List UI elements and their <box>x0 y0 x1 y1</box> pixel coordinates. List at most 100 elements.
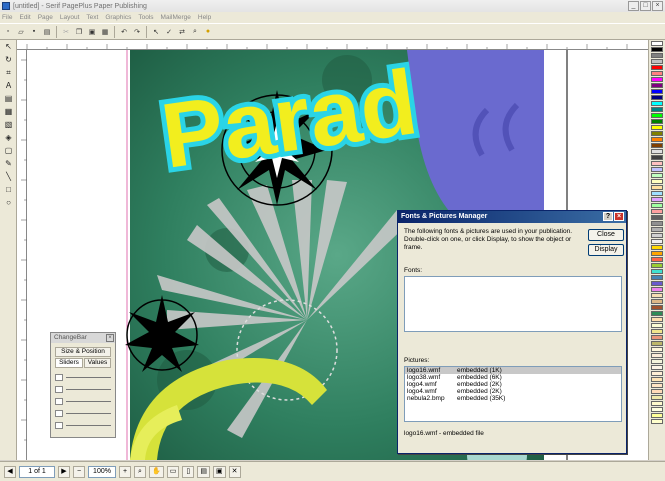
colour-swatch[interactable] <box>651 173 663 178</box>
find-icon[interactable]: ⌕ <box>189 26 201 38</box>
menu-file[interactable]: File <box>2 14 12 21</box>
zoom-field[interactable]: 100% <box>88 465 116 478</box>
menu-help[interactable]: Help <box>198 14 211 21</box>
colour-swatch[interactable] <box>651 209 663 214</box>
vertical-ruler[interactable] <box>17 50 27 460</box>
pencil-tool-icon[interactable]: ✎ <box>2 158 15 170</box>
picture-row[interactable]: logo4.wmf embedded (2K) <box>405 381 621 388</box>
colour-swatch[interactable] <box>651 347 663 352</box>
dialog-title-bar[interactable]: Fonts & Pictures Manager ? × <box>398 211 626 223</box>
line-tool-icon[interactable]: ╲ <box>2 171 15 183</box>
format-painter-icon[interactable]: ▦ <box>99 26 111 38</box>
close-window-button[interactable]: × <box>652 1 663 11</box>
colour-swatch[interactable] <box>651 197 663 202</box>
colour-swatch[interactable] <box>651 251 663 256</box>
colour-swatch[interactable] <box>651 83 663 88</box>
crop-tool-icon[interactable]: ⌗ <box>2 67 15 79</box>
colour-swatch[interactable] <box>651 179 663 184</box>
slider-y[interactable] <box>55 385 111 394</box>
zoom-out-icon[interactable]: − <box>73 465 85 478</box>
colour-swatch[interactable] <box>651 401 663 406</box>
zoom-tool-icon[interactable]: ⌕ <box>134 465 146 478</box>
colour-swatch[interactable] <box>651 293 663 298</box>
colour-swatch[interactable] <box>651 305 663 310</box>
undo-icon[interactable]: ↶ <box>118 26 130 38</box>
rotate-tool-icon[interactable]: ↻ <box>2 54 15 66</box>
colour-swatch[interactable] <box>651 359 663 364</box>
paste-icon[interactable]: ▣ <box>86 26 98 38</box>
colour-swatch[interactable] <box>651 299 663 304</box>
cut-icon[interactable]: ✂ <box>60 26 72 38</box>
colour-swatch[interactable] <box>651 47 663 52</box>
colour-swatch[interactable] <box>651 311 663 316</box>
tab-size-position[interactable]: Size & Position <box>55 347 111 357</box>
text-tool-icon[interactable]: A <box>2 80 15 92</box>
close-icon[interactable]: × <box>614 212 624 221</box>
colour-swatch[interactable] <box>651 323 663 328</box>
colour-swatch[interactable] <box>651 407 663 412</box>
display-button[interactable]: Display <box>588 244 624 256</box>
colour-swatch[interactable] <box>651 191 663 196</box>
text-frame-tool-icon[interactable]: ▤ <box>2 93 15 105</box>
slider-rotation[interactable] <box>55 421 111 430</box>
frame-tool-icon[interactable]: ▢ <box>2 145 15 157</box>
colour-swatch[interactable] <box>651 95 663 100</box>
ellipse-tool-icon[interactable]: ○ <box>2 197 15 209</box>
save-icon[interactable]: ▪ <box>28 26 40 38</box>
colour-swatch[interactable] <box>651 281 663 286</box>
menu-mailmerge[interactable]: MailMerge <box>161 14 191 21</box>
redo-icon[interactable]: ↷ <box>131 26 143 38</box>
slider-height[interactable] <box>55 409 111 418</box>
colour-swatch[interactable] <box>651 101 663 106</box>
colour-swatch[interactable] <box>651 149 663 154</box>
colour-swatch[interactable] <box>651 161 663 166</box>
colour-swatch[interactable] <box>651 71 663 76</box>
clipart-tool-icon[interactable]: ◈ <box>2 132 15 144</box>
tip-icon[interactable]: ● <box>202 26 214 38</box>
colour-swatch[interactable] <box>651 89 663 94</box>
menu-tools[interactable]: Tools <box>138 14 153 21</box>
menu-layout[interactable]: Layout <box>60 14 80 21</box>
colour-swatch[interactable] <box>651 371 663 376</box>
colour-swatch[interactable] <box>651 341 663 346</box>
zoom-in-icon[interactable]: + <box>119 465 131 478</box>
colour-swatch[interactable] <box>651 41 663 46</box>
colour-swatch[interactable] <box>651 77 663 82</box>
fonts-list[interactable] <box>404 276 622 332</box>
slider-width[interactable] <box>55 397 111 406</box>
tab-sliders[interactable]: Sliders <box>55 358 83 368</box>
colour-swatch[interactable] <box>651 59 663 64</box>
menu-page[interactable]: Page <box>38 14 53 21</box>
colour-swatch[interactable] <box>651 257 663 262</box>
spell-icon[interactable]: ✓ <box>163 26 175 38</box>
menu-edit[interactable]: Edit <box>19 14 30 21</box>
changebar-close-icon[interactable]: × <box>106 334 114 342</box>
picture-row[interactable]: logo38.wmf embedded (6K) <box>405 374 621 381</box>
pointer-icon[interactable]: ↖ <box>150 26 162 38</box>
colour-swatch[interactable] <box>651 389 663 394</box>
colour-swatch[interactable] <box>651 167 663 172</box>
colour-swatch[interactable] <box>651 419 663 424</box>
colour-swatch[interactable] <box>651 335 663 340</box>
changebar-title[interactable]: ChangeBar × <box>51 333 115 343</box>
picture-tool-icon[interactable]: ▧ <box>2 119 15 131</box>
colour-swatch[interactable] <box>651 383 663 388</box>
colour-swatch[interactable] <box>651 287 663 292</box>
menu-text[interactable]: Text <box>86 14 98 21</box>
page-number-field[interactable]: 1 of 1 <box>19 465 55 478</box>
colour-swatch[interactable] <box>651 275 663 280</box>
next-page-icon[interactable]: ▶ <box>58 465 70 478</box>
copy-icon[interactable]: ❐ <box>73 26 85 38</box>
colour-swatch[interactable] <box>651 245 663 250</box>
colour-swatch[interactable] <box>651 263 663 268</box>
colour-swatch[interactable] <box>651 413 663 418</box>
colour-swatch[interactable] <box>651 353 663 358</box>
insert-page-icon[interactable]: ▣ <box>212 465 226 478</box>
pointer-tool-icon[interactable]: ↖ <box>2 41 15 53</box>
rectangle-tool-icon[interactable]: □ <box>2 184 15 196</box>
pictures-list[interactable]: logo16.wmf embedded (1K) logo38.wmf embedde… <box>404 366 622 422</box>
picture-row[interactable]: nebula2.bmp embedded (35K) <box>405 395 621 402</box>
colour-swatch[interactable] <box>651 233 663 238</box>
colour-swatch[interactable] <box>651 221 663 226</box>
colour-swatch[interactable] <box>651 215 663 220</box>
